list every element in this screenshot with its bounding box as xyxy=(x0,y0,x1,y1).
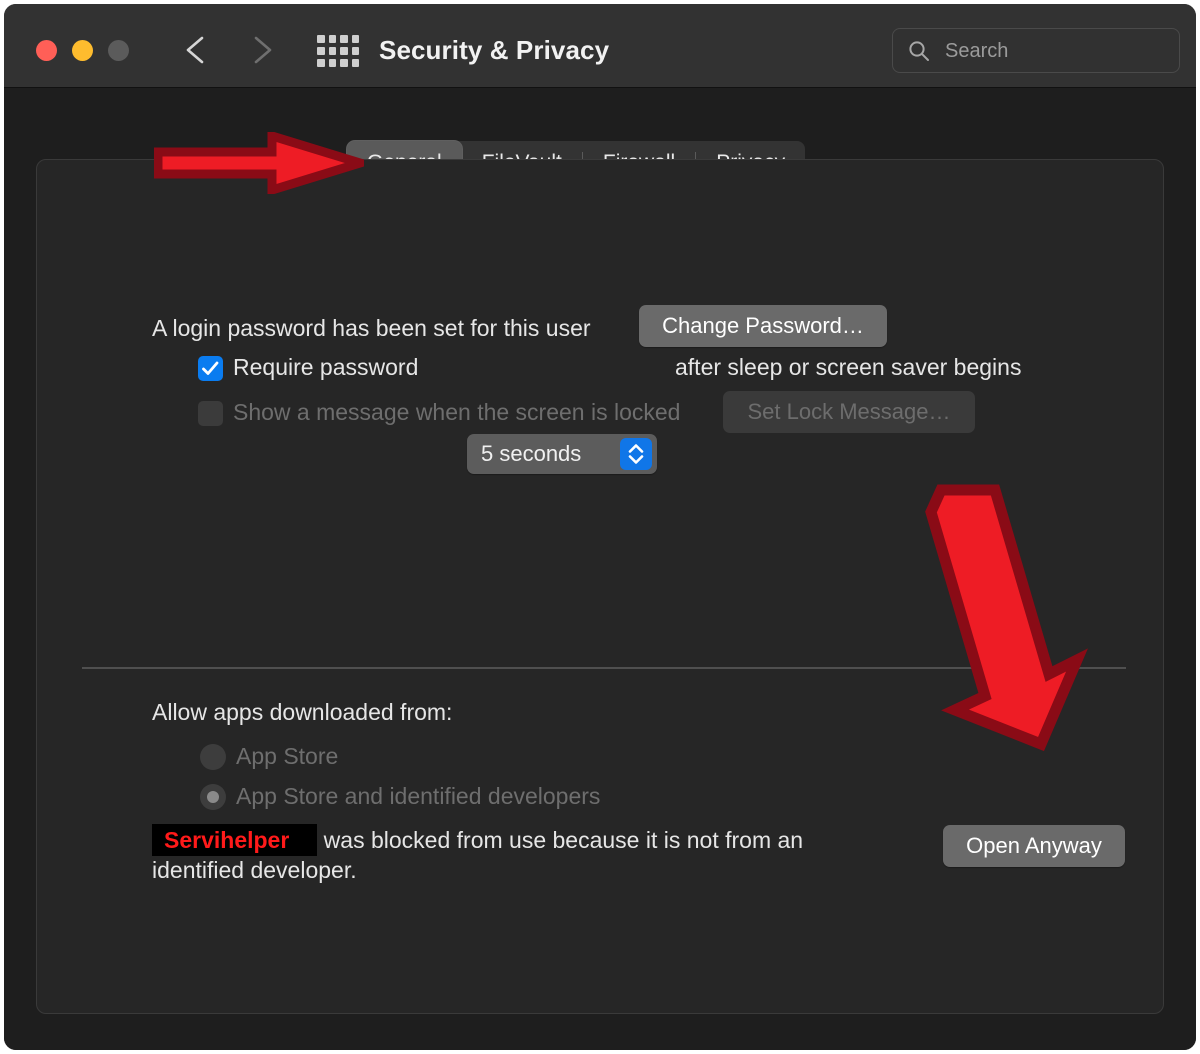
change-password-button[interactable]: Change Password… xyxy=(639,305,887,347)
allow-apps-heading: Allow apps downloaded from: xyxy=(152,699,453,725)
require-password-delay-popup[interactable]: 5 seconds xyxy=(467,434,657,474)
set-lock-message-button[interactable]: Set Lock Message… xyxy=(723,391,975,433)
require-password-suffix-label: after sleep or screen saver begins xyxy=(675,354,1022,380)
radio-app-store[interactable] xyxy=(200,744,226,770)
window-body: General FileVault Firewall Privacy A log… xyxy=(4,89,1196,1050)
search-field[interactable] xyxy=(892,28,1180,74)
radio-app-store-and-identified-developers[interactable] xyxy=(200,784,226,810)
close-window-button[interactable] xyxy=(36,40,57,61)
radio-app-store-and-identified-developers-label: App Store and identified developers xyxy=(236,783,601,809)
blocked-app-message: Servihelper was blocked from use because… xyxy=(152,824,852,885)
blocked-app-name: Servihelper xyxy=(152,824,318,856)
chevron-right-icon xyxy=(254,36,272,64)
window-titlebar: Security & Privacy xyxy=(4,4,1196,88)
chevron-left-icon xyxy=(186,36,204,64)
search-icon xyxy=(909,41,929,61)
stepper-chevrons-icon xyxy=(628,444,644,464)
show-lock-message-checkbox[interactable] xyxy=(198,401,223,426)
open-anyway-button[interactable]: Open Anyway xyxy=(943,825,1125,867)
general-settings-panel: A login password has been set for this u… xyxy=(36,159,1164,1014)
require-password-label: Require password xyxy=(233,354,419,380)
page-title: Security & Privacy xyxy=(379,35,610,65)
radio-selected-dot xyxy=(207,791,219,803)
login-password-status-label: A login password has been set for this u… xyxy=(152,315,591,341)
checkmark-icon xyxy=(202,361,219,375)
show-all-grid-icon[interactable] xyxy=(317,35,359,67)
back-button[interactable] xyxy=(180,31,214,69)
security-privacy-window: Security & Privacy General FileVault Fir… xyxy=(4,4,1196,1050)
radio-app-store-label: App Store xyxy=(236,743,339,769)
section-divider xyxy=(82,667,1126,669)
show-lock-message-label: Show a message when the screen is locked xyxy=(233,399,681,425)
require-password-checkbox[interactable] xyxy=(198,356,223,381)
minimize-window-button[interactable] xyxy=(72,40,93,61)
stepper-up-down-icon[interactable] xyxy=(620,438,652,470)
search-input[interactable] xyxy=(943,29,1175,74)
require-password-delay-value: 5 seconds xyxy=(481,441,582,466)
forward-button[interactable] xyxy=(244,31,278,69)
zoom-window-button[interactable] xyxy=(108,40,129,61)
